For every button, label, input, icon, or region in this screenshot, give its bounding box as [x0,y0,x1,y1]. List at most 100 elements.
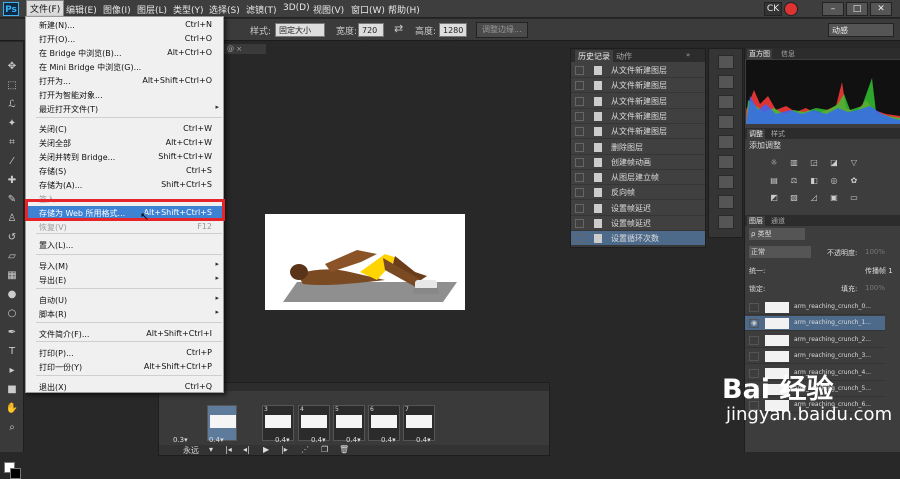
eye-icon[interactable] [749,335,759,345]
dock-actions-icon[interactable] [718,75,734,89]
file-menu-item[interactable]: 关闭全部 Alt+Ctrl+W [26,136,223,150]
history-item[interactable]: 从文件新建图层 [571,78,705,94]
history-checkbox[interactable] [575,188,584,198]
pen-tool-icon[interactable]: ✒ [4,326,20,340]
frame-delay[interactable]: 0.4▾ [311,436,326,444]
brightness-icon[interactable]: ☼ [769,158,779,167]
height-input[interactable]: 1280 像 [439,23,467,49]
dock-history-icon[interactable] [718,55,734,69]
zoom-tool-icon[interactable]: ⌕ [4,421,20,435]
tab-histogram[interactable]: 直方图 [747,49,772,59]
history-checkbox[interactable] [575,66,584,75]
layer-row[interactable]: arm_reaching_crunch_0... [745,300,885,315]
file-menu-item[interactable]: 存储为(A)... Shift+Ctrl+S [26,178,223,192]
menu-edit[interactable]: 编辑(E) [66,3,97,16]
hand-tool-icon[interactable]: ✋ [4,402,20,416]
magic-wand-tool-icon[interactable]: ✦ [4,117,20,131]
minimize-button[interactable]: – [822,2,844,16]
history-checkbox[interactable] [575,127,584,137]
lasso-tool-icon[interactable]: ℒ [4,98,20,112]
exposure-icon[interactable]: ◪ [829,158,839,167]
history-checkbox[interactable] [575,81,584,91]
style-select[interactable]: 固定大小 [275,23,325,37]
tab-channels[interactable]: 通道 [769,216,787,226]
file-menu-item[interactable]: 在 Mini Bridge 中浏览(G)... [26,60,223,74]
menu-filter[interactable]: 滤镜(T) [246,3,277,16]
eye-icon[interactable]: ◉ [749,319,759,329]
frame-delay[interactable]: 0.4▾ [416,436,431,444]
file-menu-item[interactable]: 退出(X) Ctrl+Q [26,380,223,394]
frame-delay[interactable]: 0.4▾ [346,436,361,444]
tab-layers[interactable]: 图层 [747,216,765,226]
layer-row[interactable]: arm_reaching_crunch_3... [745,349,885,365]
channel-mixer-icon[interactable]: ✿ [849,176,859,185]
frame-delay[interactable]: 0.4▾ [381,436,396,444]
prev-frame-icon[interactable]: ◂| [243,445,250,454]
file-menu-item[interactable]: 置入(L)... [26,238,223,252]
menu-help[interactable]: 帮助(H) [388,3,420,16]
history-item[interactable]: 从文件新建图层 [571,63,705,78]
blur-tool-icon[interactable]: ● [4,288,20,302]
menu-3d[interactable]: 3D(D) [283,3,310,13]
close-button[interactable]: ✕ [870,2,892,16]
width-input[interactable]: 720 像 [358,23,384,49]
menu-type[interactable]: 类型(Y) [173,3,204,16]
background-color-swatch[interactable] [10,468,21,479]
frame-delay[interactable]: 0.4▾ [275,436,290,444]
file-menu-item[interactable]: 打开为智能对象... [26,88,223,102]
history-item[interactable]: 删除图层 [571,140,705,155]
history-item[interactable]: 设置帧延迟 [571,216,705,231]
propagate-frame-checkbox[interactable]: 传播帧 1 [865,266,893,276]
frame-delay[interactable]: 0.4▾ [209,436,224,444]
move-tool-icon[interactable]: ✥ [4,60,20,74]
color-balance-icon[interactable]: ⚖ [789,176,799,185]
delete-frame-icon[interactable]: 🗑 [339,445,349,454]
brush-tool-icon[interactable]: ✎ [4,193,20,207]
layer-row[interactable]: ◉ arm_reaching_crunch_1... [745,316,885,332]
history-checkbox[interactable] [575,142,584,152]
history-checkbox[interactable] [575,234,584,244]
dock-paragraph-icon[interactable] [718,155,734,169]
history-checkbox[interactable] [575,219,584,228]
invert-icon[interactable]: ◩ [769,193,779,202]
file-menu-item[interactable]: 最近打开文件(T) ▸ [26,102,223,116]
tab-adjustments[interactable]: 调整 [747,129,765,139]
workspace-select[interactable]: 动感 [828,23,894,37]
history-item[interactable]: 从图层建立帧 [571,170,705,186]
menu-image[interactable]: 图像(I) [103,3,131,16]
play-icon[interactable]: ▶ [263,445,269,454]
photo-filter-icon[interactable]: ◎ [829,176,839,185]
eye-icon[interactable] [749,352,759,362]
fill-input[interactable]: 100% [865,284,885,292]
dock-tool-presets-icon[interactable] [718,215,734,229]
dock-color-icon[interactable] [718,95,734,109]
curves-icon[interactable]: ◲ [809,158,819,167]
file-menu-item[interactable]: 文件简介(F)... Alt+Shift+Ctrl+I [26,327,223,341]
history-checkbox[interactable] [575,96,584,106]
gradient-map-icon[interactable]: ▭ [849,193,859,202]
black-white-icon[interactable]: ◧ [809,176,819,185]
dock-character-icon[interactable] [718,135,734,149]
swap-icon[interactable]: ⇄ [394,22,403,35]
history-brush-tool-icon[interactable]: ↺ [4,231,20,245]
history-item[interactable]: 从文件新建图层 [571,94,705,109]
layer-row[interactable]: arm_reaching_crunch_2... [745,333,885,348]
file-menu-item[interactable]: 存储(S) Ctrl+S [26,164,223,178]
first-frame-icon[interactable]: |◂ [225,445,232,454]
next-frame-icon[interactable]: |▸ [281,445,288,454]
history-item[interactable]: 设置循环次数 [571,231,705,247]
history-checkbox[interactable] [575,157,584,167]
dock-swatches-icon[interactable] [718,115,734,129]
posterize-icon[interactable]: ▧ [789,193,799,202]
hue-saturation-icon[interactable]: ▤ [769,176,779,185]
dock-brush-icon[interactable] [718,175,734,189]
refine-edge-button[interactable]: 调整边缘... [476,22,528,38]
maximize-button[interactable]: □ [846,2,868,16]
stamp-tool-icon[interactable]: ♙ [4,212,20,226]
file-menu-item[interactable]: 打印(P)... Ctrl+P [26,346,223,360]
gradient-tool-icon[interactable]: ▦ [4,269,20,283]
history-checkbox[interactable] [575,203,584,213]
history-checkbox[interactable] [575,173,584,183]
history-item[interactable]: 反向帧 [571,185,705,201]
eyedropper-tool-icon[interactable]: ⁄ [4,155,20,169]
